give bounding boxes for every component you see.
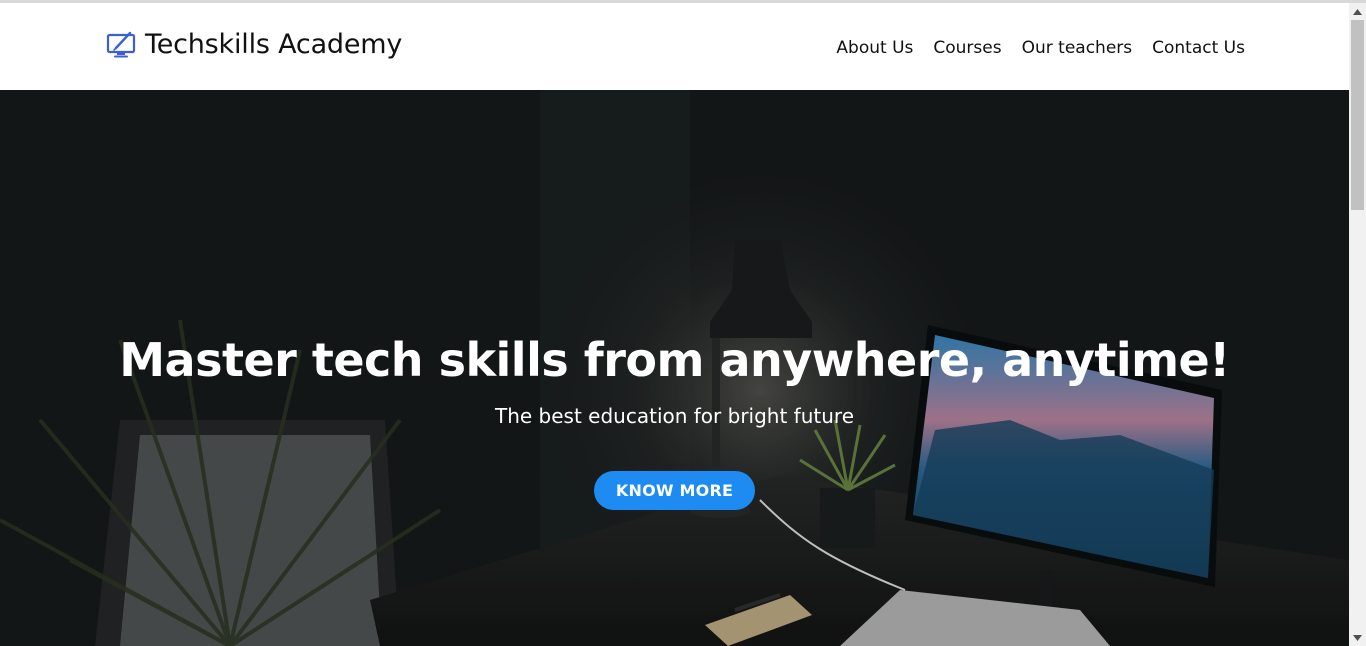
- nav-link-contact-us[interactable]: Contact Us: [1152, 38, 1245, 58]
- hero-title: Master tech skills from anywhere, anytim…: [119, 333, 1230, 387]
- brand-name: Techskills Academy: [145, 29, 403, 60]
- hero-subtitle: The best education for bright future: [495, 404, 854, 428]
- navbar: Techskills Academy About Us Courses Our …: [0, 3, 1349, 90]
- hero-content: Master tech skills from anywhere, anytim…: [0, 90, 1349, 646]
- brand-link[interactable]: Techskills Academy: [106, 27, 402, 63]
- monitor-pen-icon: [106, 29, 138, 61]
- nav-link-courses[interactable]: Courses: [933, 38, 1001, 58]
- scroll-down-arrow-icon[interactable]: [1349, 629, 1366, 646]
- nav-menu: About Us Courses Our teachers Contact Us: [836, 36, 1245, 60]
- scrollbar-thumb[interactable]: [1351, 20, 1364, 210]
- know-more-button[interactable]: KNOW MORE: [594, 471, 755, 510]
- hero-section: Master tech skills from anywhere, anytim…: [0, 90, 1349, 646]
- nav-link-our-teachers[interactable]: Our teachers: [1022, 38, 1133, 58]
- nav-link-about-us[interactable]: About Us: [836, 38, 913, 58]
- scroll-up-arrow-icon[interactable]: [1349, 3, 1366, 20]
- vertical-scrollbar[interactable]: [1349, 3, 1366, 646]
- page: Techskills Academy About Us Courses Our …: [0, 3, 1349, 646]
